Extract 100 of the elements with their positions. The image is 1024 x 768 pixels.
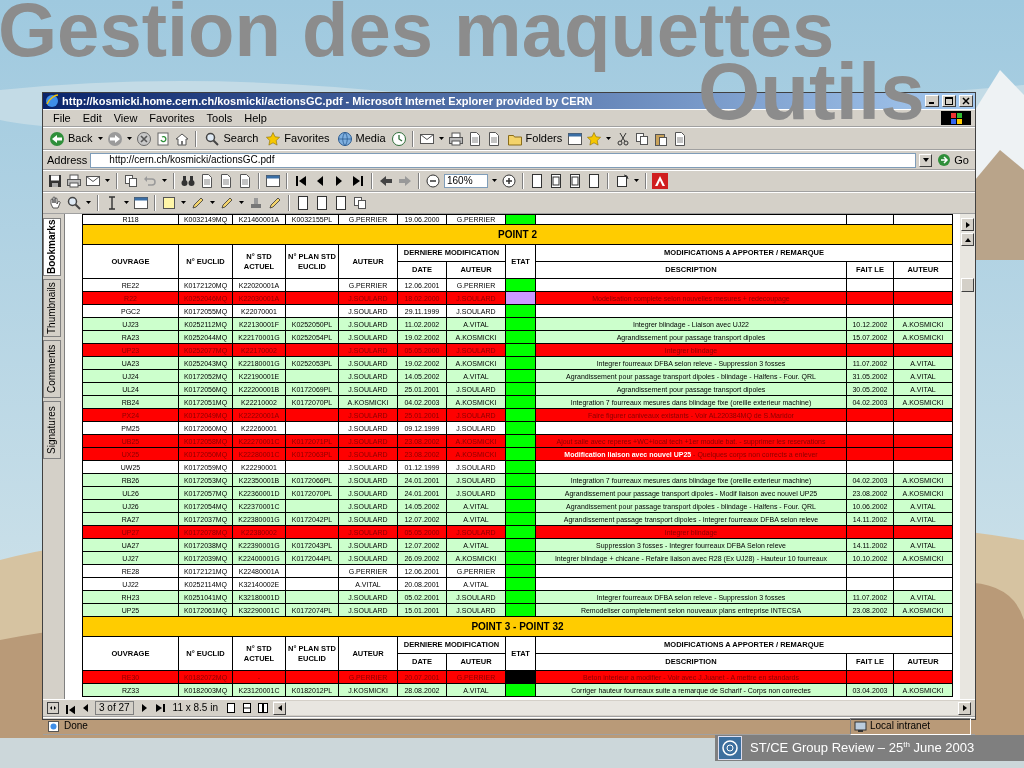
zoom-in-icon[interactable]: [501, 173, 517, 189]
zone-text: Local intranet: [869, 721, 930, 731]
hand-icon[interactable]: [47, 195, 63, 211]
address-label: Address: [47, 154, 88, 166]
table-cell: [285, 408, 339, 422]
split-icon[interactable]: [47, 702, 59, 714]
search-icon[interactable]: [204, 130, 221, 147]
table-cell: [285, 278, 339, 292]
address-field[interactable]: http://cern.ch/kosmicki/actionsGC.pdf: [90, 152, 917, 168]
facing-pages-icon[interactable]: [257, 702, 269, 714]
table-cell: [846, 291, 894, 305]
copy-icon[interactable]: [123, 173, 139, 189]
continuous-page-icon[interactable]: [241, 702, 253, 714]
window-title: http://kosmicki.home.cern.ch/kosmicki/actionsGC.pdf - Microsoft Internet Explorer provided by CERN: [62, 95, 594, 107]
document-icon[interactable]: [218, 173, 234, 189]
table-cell: [846, 525, 894, 539]
page-icon[interactable]: [529, 173, 545, 189]
side-tab[interactable]: Comments: [43, 340, 61, 398]
pencil-icon[interactable]: [190, 195, 206, 211]
menu-item[interactable]: Help: [238, 112, 273, 124]
history-icon[interactable]: [390, 130, 407, 147]
copy-icon[interactable]: [352, 195, 368, 211]
last-page-icon[interactable]: [153, 702, 166, 714]
single-page-icon[interactable]: [225, 702, 237, 714]
printer-icon[interactable]: [447, 130, 464, 147]
note-icon[interactable]: [161, 195, 177, 211]
table-cell: [846, 577, 894, 591]
binoculars-icon[interactable]: [180, 173, 196, 189]
refresh-icon[interactable]: [155, 130, 172, 147]
table-cell: [893, 278, 953, 292]
zoom-out-icon[interactable]: [425, 173, 441, 189]
mail-icon[interactable]: [85, 173, 101, 189]
search-button[interactable]: Search: [202, 129, 261, 148]
rotate-icon[interactable]: [614, 173, 630, 189]
menu-item[interactable]: Tools: [200, 112, 239, 124]
go-arrow-icon: [937, 153, 952, 167]
pencil-icon[interactable]: [267, 195, 283, 211]
save-icon[interactable]: [47, 173, 63, 189]
dropdown-button[interactable]: [919, 153, 933, 167]
first-page-icon[interactable]: [63, 702, 75, 714]
menu-item[interactable]: View: [107, 112, 144, 124]
table-cell: [846, 214, 894, 225]
table-cell: [846, 421, 894, 435]
side-tab[interactable]: Signatures: [43, 401, 61, 459]
last-page-icon[interactable]: [350, 173, 366, 189]
cut-icon[interactable]: [615, 130, 632, 147]
copy-icon[interactable]: [634, 130, 651, 147]
table-cell: [285, 291, 339, 305]
page-number[interactable]: 3 of 27: [95, 701, 134, 715]
back-button[interactable]: Back: [47, 129, 95, 148]
zoom-icon[interactable]: [66, 195, 82, 211]
printer-icon[interactable]: [66, 173, 82, 189]
table-cell: [285, 590, 339, 604]
go-button[interactable]: Go: [935, 152, 971, 168]
window-icon[interactable]: [265, 173, 281, 189]
page-icon[interactable]: [295, 195, 311, 211]
star-icon[interactable]: [265, 130, 282, 147]
globe-icon[interactable]: [336, 130, 353, 147]
table-cell: [285, 564, 339, 578]
side-tab[interactable]: Bookmarks: [43, 218, 61, 276]
folders-button[interactable]: Folders: [504, 129, 565, 148]
section-header: POINT 2: [82, 224, 953, 245]
back-arrow-icon[interactable]: [378, 173, 394, 189]
side-tab[interactable]: Thumbnails: [43, 279, 61, 337]
table-cell: [893, 291, 953, 305]
table-cell: [846, 670, 894, 684]
favorites-button[interactable]: Favorites: [263, 129, 332, 148]
document-icon[interactable]: [237, 173, 253, 189]
menu-item[interactable]: File: [47, 112, 77, 124]
footer-text: ST/CE Group Review – 25$^{th}$ June 2003: [750, 740, 975, 756]
page-icon[interactable]: [567, 173, 583, 189]
pencil-icon[interactable]: [219, 195, 235, 211]
page-size: 11 x 8.5 in: [171, 703, 219, 713]
scrollbar[interactable]: [960, 214, 975, 699]
table-cell: [285, 304, 339, 318]
document-icon[interactable]: [199, 173, 215, 189]
table-cell: [285, 421, 339, 435]
menu-item[interactable]: Favorites: [143, 112, 201, 124]
page-icon[interactable]: [548, 173, 564, 189]
window-icon[interactable]: [567, 130, 584, 147]
scroll-thumb[interactable]: [961, 278, 974, 292]
menu-item[interactable]: Edit: [76, 112, 108, 124]
scrollbar[interactable]: [273, 701, 971, 715]
page-icon[interactable]: [586, 173, 602, 189]
media-button[interactable]: Media: [334, 129, 388, 148]
star-icon[interactable]: [586, 130, 603, 147]
table-cell: [893, 421, 953, 435]
page-icon[interactable]: [333, 195, 349, 211]
table-cell: [846, 304, 894, 318]
zoom-field[interactable]: 160%: [444, 174, 488, 188]
window-icon[interactable]: [133, 195, 149, 211]
page-icon[interactable]: [314, 195, 330, 211]
table-cell: [893, 434, 953, 448]
adobe-logo-icon[interactable]: [652, 173, 668, 189]
stop-icon[interactable]: [136, 130, 153, 147]
intranet-icon: [853, 719, 867, 733]
table-cell: [893, 304, 953, 318]
first-page-icon[interactable]: [293, 173, 309, 189]
table-cell: [285, 343, 339, 357]
table-cell: [846, 460, 894, 474]
